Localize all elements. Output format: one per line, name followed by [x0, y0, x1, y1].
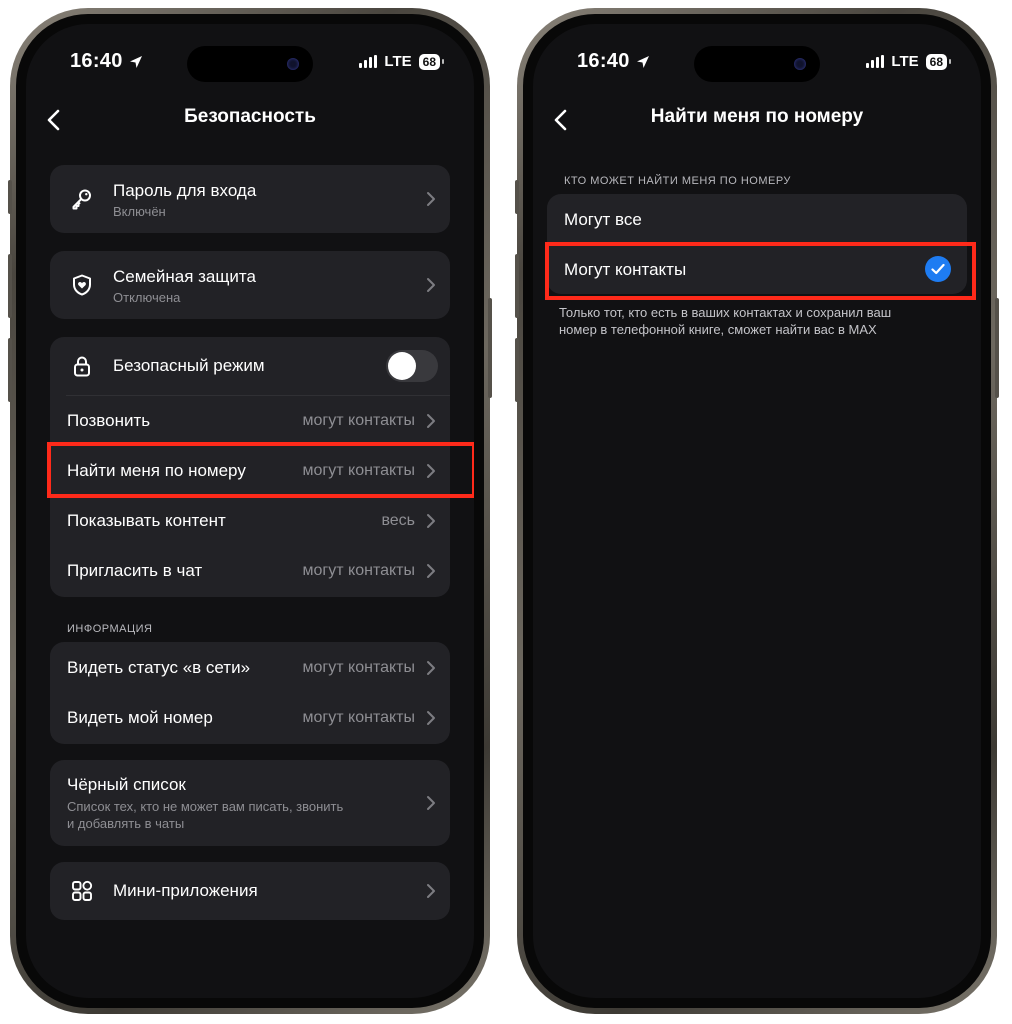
option-everyone[interactable]: Могут все	[547, 194, 967, 244]
lock-icon	[74, 356, 90, 377]
safe-mode-row: Безопасный режим	[50, 337, 450, 395]
network-type: LTE	[891, 53, 919, 70]
chevron-right-icon	[427, 278, 435, 292]
privacy-row-show-content[interactable]: Показывать контент весь	[50, 495, 450, 545]
safe-mode-title: Безопасный режим	[113, 356, 265, 375]
login-password-row[interactable]: Пароль для входа Включён	[50, 165, 450, 233]
chevron-right-icon	[427, 564, 435, 578]
chevron-right-icon	[427, 796, 435, 810]
signal-icon	[359, 55, 378, 68]
chevron-right-icon	[427, 192, 435, 206]
status-indicators: LTE 68	[866, 53, 952, 70]
signal-icon	[866, 55, 885, 68]
info-row-online-status[interactable]: Видеть статус «в сети» могут контакты	[50, 642, 450, 692]
screen-find-by-number: 16:40 LTE 68 Найти меня по номеру КТО МО…	[533, 24, 981, 998]
shield-heart-icon	[73, 274, 91, 296]
phone-left: 16:40 LTE 68 Безопасность Пароль для вхо…	[8, 8, 492, 1014]
network-type: LTE	[384, 53, 412, 70]
status-time: 16:40	[577, 50, 630, 72]
volume-down-button	[8, 338, 12, 402]
info-label: Видеть мой номер	[67, 708, 213, 727]
mini-apps-title: Мини-приложения	[113, 881, 258, 900]
status-indicators: LTE 68	[359, 53, 445, 70]
info-row-see-number[interactable]: Видеть мой номер могут контакты	[50, 692, 450, 742]
highlight-frame	[545, 242, 976, 300]
phone-right: 16:40 LTE 68 Найти меня по номеру КТО МО…	[515, 8, 999, 1014]
highlight-frame	[47, 442, 474, 498]
section-header-info: ИНФОРМАЦИЯ	[67, 623, 153, 635]
family-protection-status: Отключена	[113, 290, 181, 305]
info-label: Видеть статус «в сети»	[67, 658, 251, 677]
privacy-value: могут контакты	[302, 562, 415, 579]
battery-icon: 68	[418, 53, 445, 70]
power-button	[488, 298, 492, 398]
family-protection-row[interactable]: Семейная защита Отключена	[50, 251, 450, 319]
grid-apps-icon	[72, 880, 93, 901]
privacy-label: Показывать контент	[67, 511, 226, 530]
blacklist-row[interactable]: Чёрный список Список тех, кто не может в…	[50, 760, 450, 846]
camera-icon	[794, 58, 806, 70]
privacy-row-call[interactable]: Позвонить могут контакты	[50, 395, 450, 445]
action-button	[515, 180, 519, 214]
privacy-label: Пригласить в чат	[67, 561, 203, 580]
info-group: Видеть статус «в сети» могут контакты Ви…	[50, 642, 450, 744]
privacy-value: могут контакты	[302, 412, 415, 429]
location-arrow-icon	[637, 56, 649, 68]
info-value: могут контакты	[302, 709, 415, 726]
privacy-value: весь	[381, 512, 415, 529]
info-value: могут контакты	[302, 659, 415, 676]
battery-icon: 68	[925, 53, 952, 70]
chevron-right-icon	[427, 884, 435, 898]
screen-security-settings: 16:40 LTE 68 Безопасность Пароль для вхо…	[26, 24, 474, 998]
volume-up-button	[515, 254, 519, 318]
footnote-line2: номер в телефонной книге, сможет найти в…	[559, 322, 877, 337]
toggle-knob	[388, 352, 416, 380]
chevron-right-icon	[427, 414, 435, 428]
volume-down-button	[515, 338, 519, 402]
action-button	[8, 180, 12, 214]
login-password-title: Пароль для входа	[113, 181, 257, 200]
section-header-who-can-find: КТО МОЖЕТ НАЙТИ МЕНЯ ПО НОМЕРУ	[564, 175, 791, 187]
privacy-row-invite-to-chat[interactable]: Пригласить в чат могут контакты	[50, 545, 450, 595]
status-time: 16:40	[70, 50, 123, 72]
family-protection-title: Семейная защита	[113, 267, 256, 286]
safe-mode-toggle[interactable]	[386, 350, 438, 382]
page-title: Найти меня по номеру	[650, 106, 864, 127]
dynamic-island	[694, 46, 820, 82]
privacy-label: Позвонить	[67, 411, 151, 430]
dynamic-island	[187, 46, 313, 82]
page-title: Безопасность	[184, 106, 316, 127]
blacklist-description-line1: Список тех, кто не может вам писать, зво…	[67, 799, 344, 814]
mini-apps-row[interactable]: Мини-приложения	[50, 862, 450, 920]
volume-up-button	[8, 254, 12, 318]
option-label: Могут все	[564, 210, 642, 229]
key-icon	[72, 189, 91, 210]
blacklist-title: Чёрный список	[67, 775, 186, 794]
login-password-status: Включён	[113, 204, 166, 219]
power-button	[995, 298, 999, 398]
chevron-right-icon	[427, 661, 435, 675]
location-arrow-icon	[130, 56, 142, 68]
blacklist-description-line2: и добавлять в чаты	[67, 816, 185, 831]
chevron-right-icon	[427, 711, 435, 725]
chevron-right-icon	[427, 514, 435, 528]
camera-icon	[287, 58, 299, 70]
footnote-line1: Только тот, кто есть в ваших контактах и…	[559, 305, 892, 320]
